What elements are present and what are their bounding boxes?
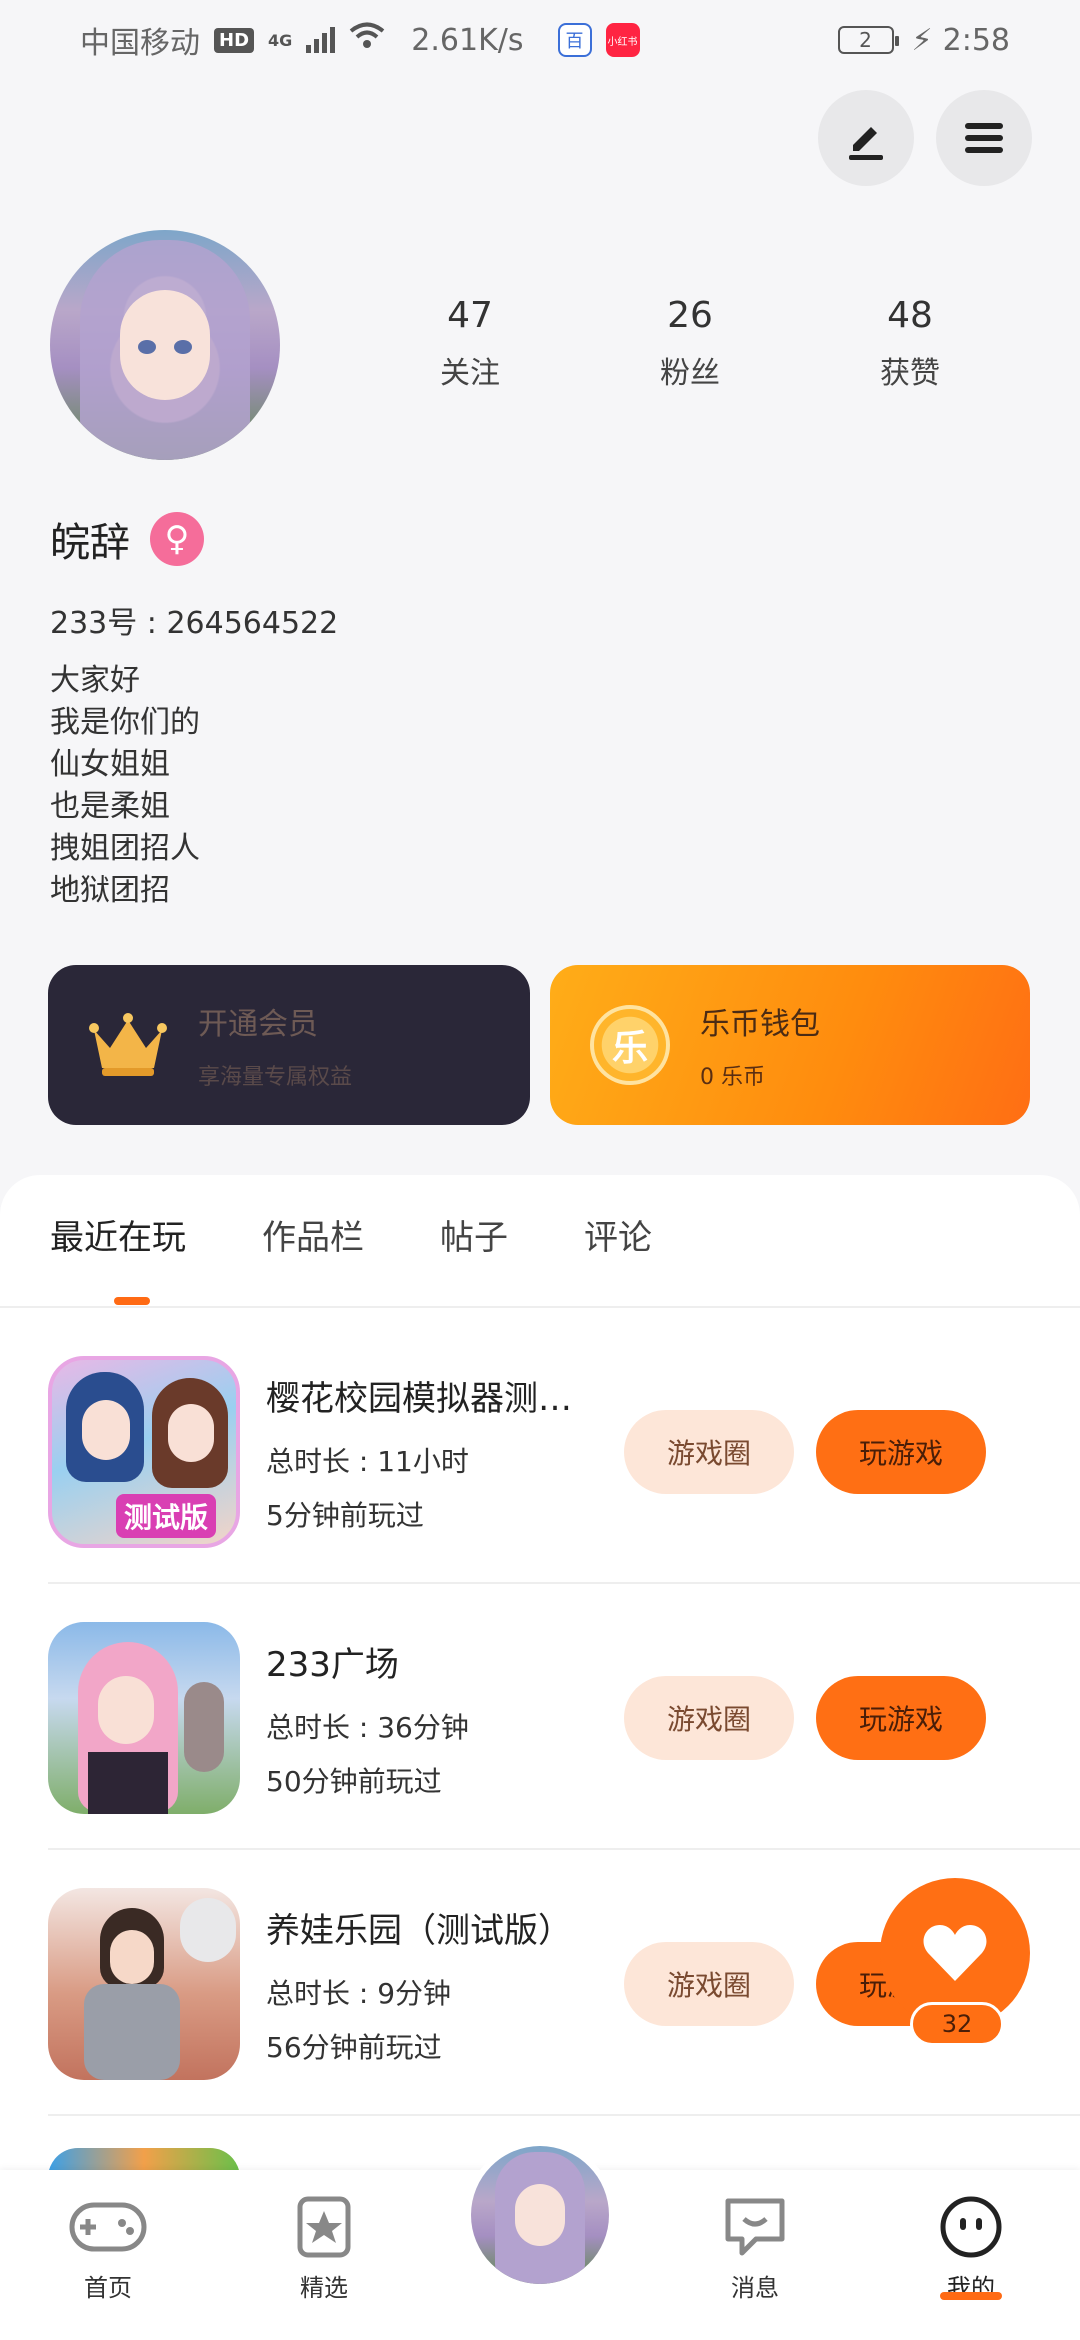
nav-home[interactable]: 首页 bbox=[33, 2192, 183, 2303]
hd-badge: HD bbox=[214, 27, 255, 53]
profile-avatar[interactable] bbox=[50, 230, 280, 460]
heart-icon bbox=[923, 1925, 987, 1981]
tab-posts[interactable]: 帖子 bbox=[440, 1210, 508, 1259]
user-id: 233号 : 264564522 bbox=[50, 606, 339, 641]
wallet-card[interactable]: 乐 乐币钱包 0 乐币 bbox=[550, 965, 1030, 1125]
star-icon bbox=[284, 2192, 364, 2262]
divider bbox=[48, 1848, 1080, 1850]
gamepad-icon bbox=[68, 2192, 148, 2262]
stat-following[interactable]: 47 关注 bbox=[360, 295, 580, 392]
nav-messages[interactable]: 消息 bbox=[680, 2192, 830, 2303]
bio-line: 我是你们的 bbox=[50, 705, 200, 740]
username: 皖辞 bbox=[50, 520, 130, 566]
chat-icon bbox=[715, 2192, 795, 2262]
wifi-icon bbox=[349, 22, 385, 58]
likes-label: 获赞 bbox=[880, 356, 940, 391]
game-icon bbox=[48, 1622, 240, 1814]
female-icon: ♀ bbox=[150, 512, 204, 566]
network-speed: 2.61K/s bbox=[411, 22, 524, 58]
game-last-played: 5分钟前玩过 bbox=[266, 1498, 424, 1532]
play-game-button[interactable]: 玩游戏 bbox=[816, 1676, 986, 1760]
profile-tabs: 最近在玩 作品栏 帖子 评论 bbox=[50, 1210, 728, 1259]
followers-label: 粉丝 bbox=[660, 356, 720, 391]
nav-center-avatar[interactable] bbox=[465, 2140, 615, 2290]
pen-icon bbox=[849, 127, 883, 160]
hamburger-icon bbox=[965, 123, 1003, 153]
nav-label: 精选 bbox=[300, 2274, 348, 2302]
following-label: 关注 bbox=[440, 356, 500, 391]
game-circle-button[interactable]: 游戏圈 bbox=[624, 1676, 794, 1760]
battery-icon: 2 bbox=[837, 26, 899, 54]
game-icon bbox=[48, 1888, 240, 2080]
wallet-title: 乐币钱包 bbox=[700, 1007, 820, 1042]
game-last-played: 56分钟前玩过 bbox=[266, 2030, 442, 2064]
game-title: 养娃乐园（测试版） bbox=[266, 1910, 572, 1951]
stat-likes[interactable]: 48 获赞 bbox=[800, 295, 1020, 392]
xiaohongshu-icon: 小红书 bbox=[605, 23, 640, 57]
following-count: 47 bbox=[447, 295, 493, 336]
network-type: 4G bbox=[268, 30, 293, 50]
tab-indicator bbox=[114, 1297, 150, 1305]
nav-featured[interactable]: 精选 bbox=[249, 2192, 399, 2303]
bio-line: 也是柔姐 bbox=[50, 789, 170, 824]
game-title: 樱花校园模拟器测… bbox=[266, 1378, 572, 1419]
status-bar: 中国移动 HD 4G 2.61K/s 百 小红书 2 ⚡ 2:58 bbox=[0, 0, 1080, 80]
tab-works[interactable]: 作品栏 bbox=[262, 1210, 364, 1259]
likes-count: 48 bbox=[887, 295, 933, 336]
game-duration: 总时长 : 11小时 bbox=[266, 1444, 469, 1478]
game-icon: 测试版 bbox=[48, 1356, 240, 1548]
game-last-played: 50分钟前玩过 bbox=[266, 1764, 442, 1798]
tab-recent[interactable]: 最近在玩 bbox=[50, 1210, 186, 1259]
baidu-icon: 百 bbox=[557, 23, 592, 57]
followers-count: 26 bbox=[667, 295, 713, 336]
coin-icon: 乐 bbox=[590, 1005, 670, 1085]
test-badge: 测试版 bbox=[116, 1494, 217, 1538]
game-duration: 总时长 : 36分钟 bbox=[266, 1710, 469, 1744]
divider bbox=[0, 1306, 1080, 1308]
game-duration: 总时长 : 9分钟 bbox=[266, 1976, 452, 2010]
bio-line: 拽姐团招人 bbox=[50, 831, 200, 866]
bio: 大家好 我是你们的 仙女姐姐 也是柔姐 拽姐团招人 地狱团招 bbox=[50, 660, 200, 912]
bio-line: 地狱团招 bbox=[50, 873, 170, 908]
name-row: 皖辞 ♀ bbox=[50, 510, 204, 568]
vip-card[interactable]: 开通会员 享海量专属权益 bbox=[48, 965, 530, 1125]
face-icon bbox=[931, 2192, 1011, 2262]
tab-comments[interactable]: 评论 bbox=[584, 1210, 652, 1259]
stat-followers[interactable]: 26 粉丝 bbox=[580, 295, 800, 392]
vip-subtitle: 享海量专属权益 bbox=[198, 1065, 353, 1090]
menu-button[interactable] bbox=[936, 90, 1032, 186]
wallet-balance: 0 乐币 bbox=[700, 1065, 765, 1090]
signal-icon bbox=[306, 27, 336, 53]
crown-icon bbox=[89, 1013, 167, 1076]
like-count: 32 bbox=[910, 2002, 1004, 2046]
carrier-label: 中国移动 bbox=[80, 26, 200, 61]
divider bbox=[48, 1582, 1080, 1584]
game-circle-button[interactable]: 游戏圈 bbox=[624, 1942, 794, 2026]
vip-title: 开通会员 bbox=[198, 1007, 318, 1042]
game-title: 233广场 bbox=[266, 1644, 399, 1685]
nav-active-indicator bbox=[940, 2292, 1002, 2300]
nav-label: 消息 bbox=[731, 2274, 779, 2302]
bio-line: 仙女姐姐 bbox=[50, 747, 170, 782]
battery-level: 2 bbox=[859, 28, 872, 52]
bio-line: 大家好 bbox=[50, 663, 140, 698]
nav-me[interactable]: 我的 bbox=[896, 2192, 1046, 2303]
profile-stats: 47 关注 26 粉丝 48 获赞 bbox=[360, 295, 1020, 392]
play-game-button[interactable]: 玩游戏 bbox=[816, 1410, 986, 1494]
nav-label: 首页 bbox=[84, 2274, 132, 2302]
game-circle-button[interactable]: 游戏圈 bbox=[624, 1410, 794, 1494]
clock: 2:58 bbox=[942, 22, 1010, 58]
edit-button[interactable] bbox=[818, 90, 914, 186]
divider bbox=[48, 2114, 1080, 2116]
charging-icon: ⚡ bbox=[911, 22, 933, 58]
